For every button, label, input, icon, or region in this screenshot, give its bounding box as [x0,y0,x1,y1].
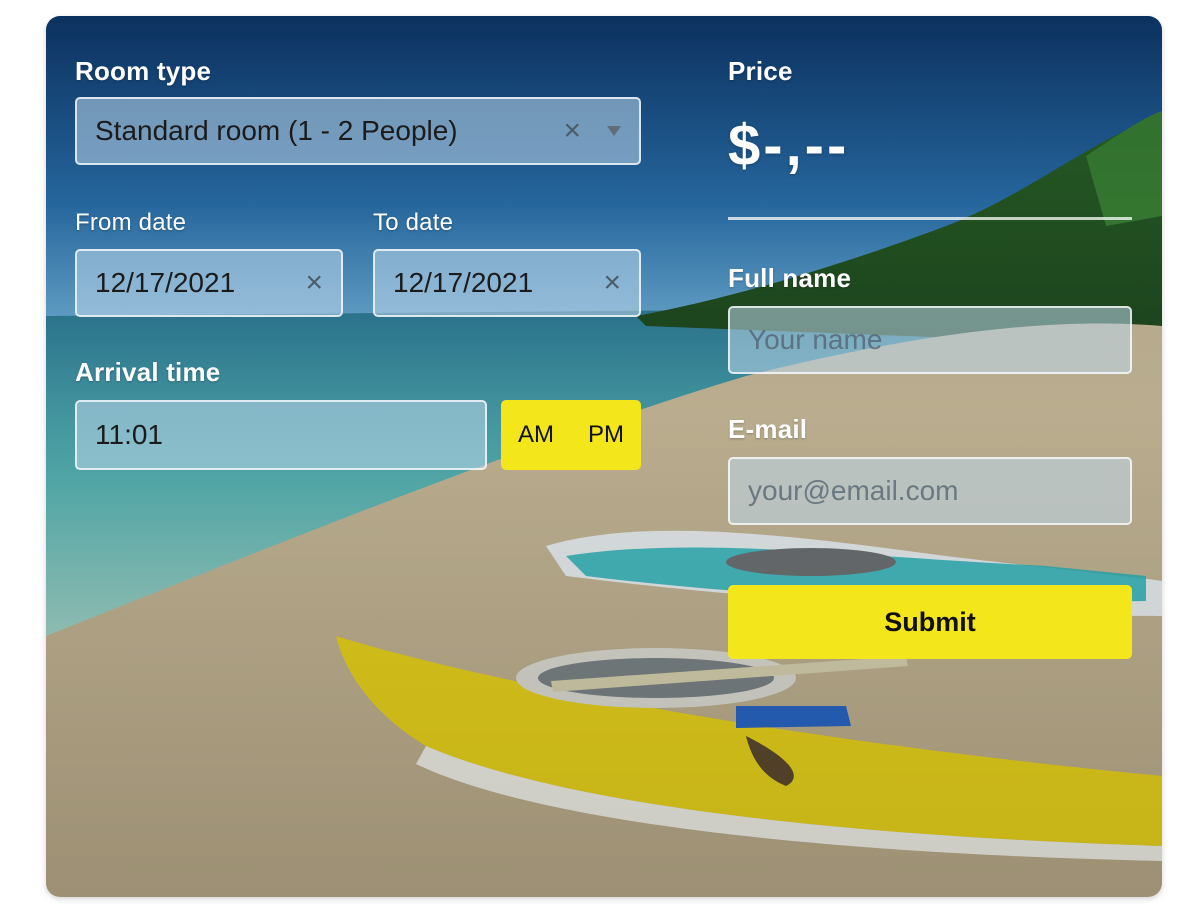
room-type-clear-icon[interactable]: × [563,116,581,146]
to-date-input[interactable]: 12/17/2021 × [373,249,641,317]
from-date-label: From date [75,209,187,236]
room-type-value: Standard room (1 - 2 People) [95,115,458,146]
price-divider [728,217,1132,220]
email-label: E-mail [728,414,808,444]
full-name-field[interactable] [728,306,1132,374]
email-field[interactable] [728,457,1132,525]
arrival-time-label: Arrival time [75,357,221,387]
submit-button[interactable]: Submit [728,585,1132,659]
email-input[interactable] [748,475,1112,507]
arrival-time-value: 11:01 [95,419,163,450]
am-option[interactable]: AM [514,415,558,455]
arrival-time-input[interactable]: 11:01 [75,400,487,470]
price-value: $-,-- [728,113,850,178]
from-date-value: 12/17/2021 [95,267,236,298]
full-name-label: Full name [728,263,852,293]
to-date-value: 12/17/2021 [393,267,534,298]
from-date-clear-icon[interactable]: × [305,268,323,298]
room-type-label: Room type [75,56,212,86]
pm-option[interactable]: PM [584,415,628,455]
from-date-input[interactable]: 12/17/2021 × [75,249,343,317]
full-name-input[interactable] [748,324,1112,356]
to-date-clear-icon[interactable]: × [603,268,621,298]
price-label: Price [728,56,793,86]
chevron-down-icon[interactable] [607,126,621,136]
booking-card: Room type Standard room (1 - 2 People) ×… [46,16,1162,897]
am-pm-toggle[interactable]: AM PM [501,400,641,470]
to-date-label: To date [373,209,454,236]
room-type-select[interactable]: Standard room (1 - 2 People) × [75,97,641,165]
